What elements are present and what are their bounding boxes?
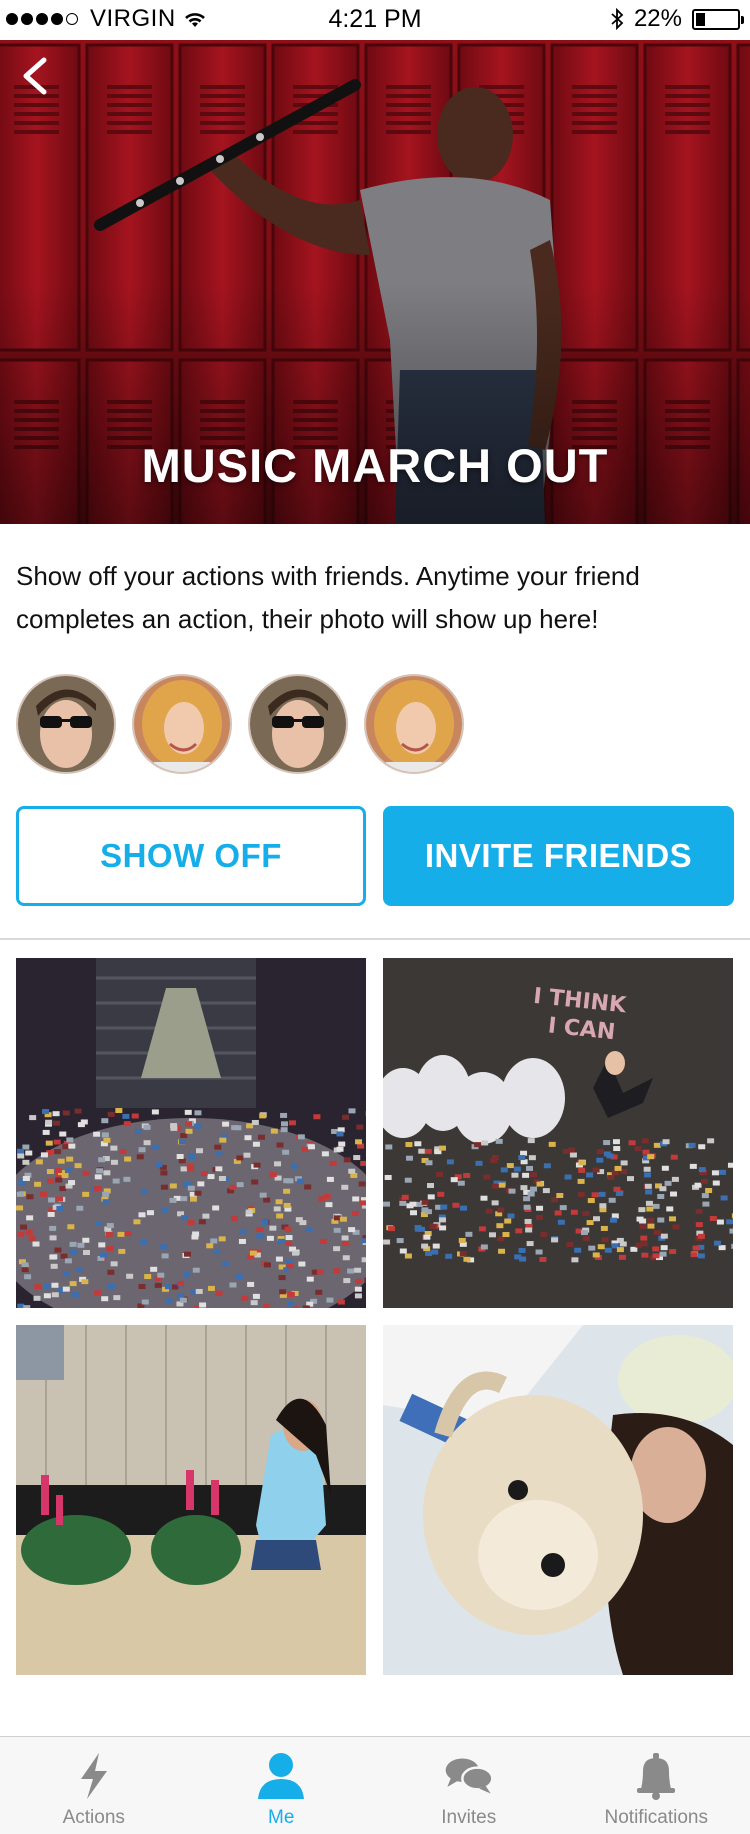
action-photo[interactable]: I THINK I CAN	[383, 958, 733, 1308]
battery-percent: 22%	[633, 5, 682, 32]
description-text: Show off your actions with friends. Anyt…	[16, 561, 640, 634]
friend-avatar[interactable]	[132, 674, 232, 774]
lightning-icon	[80, 1753, 107, 1799]
friend-avatar[interactable]	[364, 674, 464, 774]
tab-label: Actions	[62, 1807, 125, 1828]
tab-actions[interactable]: Actions	[0, 1737, 188, 1834]
tab-me[interactable]: Me	[188, 1737, 376, 1834]
bell-icon	[637, 1753, 676, 1800]
tab-invites[interactable]: Invites	[375, 1737, 563, 1834]
tab-label: Me	[268, 1807, 295, 1828]
person-icon	[258, 1753, 305, 1799]
tab-label: Invites	[441, 1807, 497, 1828]
hero-image: MUSIC MARCH OUT	[0, 40, 750, 524]
action-photo[interactable]	[383, 1325, 733, 1675]
friend-avatars	[16, 674, 464, 774]
chat-bubbles-icon	[445, 1758, 494, 1794]
battery-level	[696, 12, 705, 26]
status-right: 22%	[610, 5, 744, 33]
tab-bar: Actions Me Invites Notifications	[0, 1736, 750, 1834]
friend-avatar[interactable]	[16, 674, 116, 774]
action-photo[interactable]	[16, 1325, 366, 1675]
friend-avatar[interactable]	[248, 674, 348, 774]
divider	[0, 938, 750, 940]
show-off-button[interactable]: SHOW OFF	[16, 806, 366, 906]
page-title: MUSIC MARCH OUT	[141, 439, 609, 492]
bluetooth-icon	[611, 8, 624, 30]
status-bar: VIRGIN 4:21 PM 22%	[0, 0, 750, 40]
invite-friends-button[interactable]: INVITE FRIENDS	[383, 806, 734, 906]
battery-icon	[692, 8, 744, 30]
tab-label: Notifications	[604, 1807, 709, 1828]
chevron-left-icon[interactable]	[14, 54, 58, 98]
tab-notifications[interactable]: Notifications	[563, 1737, 750, 1834]
action-photo[interactable]	[16, 958, 366, 1308]
